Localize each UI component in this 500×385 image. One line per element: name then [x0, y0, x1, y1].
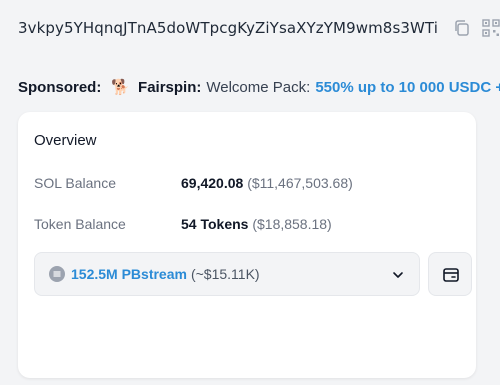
sol-balance-label: SOL Balance: [34, 175, 116, 191]
qr-code-icon[interactable]: [482, 19, 500, 37]
selected-token-name: 152.5M PBstream: [71, 266, 187, 282]
dog-icon: 🐕: [111, 79, 131, 96]
token-icon: [49, 266, 65, 282]
sponsor-text: Welcome Pack:: [206, 78, 311, 96]
token-balance-count: 54 Tokens: [181, 216, 249, 232]
chevron-down-icon: [393, 272, 403, 278]
sponsor-brand: Fairspin:: [138, 78, 202, 96]
sol-balance-value: 69,420.08 ($11,467,503.68): [181, 175, 353, 191]
sol-balance-usd: ($11,467,503.68): [247, 175, 353, 191]
copy-icon[interactable]: [453, 19, 471, 37]
wallet-icon: [443, 268, 459, 282]
sponsor-offer-link[interactable]: 550% up to 10 000 USDC +: [315, 79, 500, 96]
sponsored-label: Sponsored:: [18, 78, 102, 96]
token-balance-label: Token Balance: [34, 216, 126, 232]
selected-token: 152.5M PBstream (~$15.11K): [71, 266, 260, 282]
token-balance-usd: ($18,858.18): [252, 216, 332, 232]
overview-card: Overview SOL Balance 69,420.08 ($11,467,…: [18, 112, 476, 378]
selected-token-usd: (~$15.11K): [190, 266, 260, 282]
wallet-button[interactable]: [428, 252, 472, 296]
sol-balance-amount: 69,420.08: [181, 175, 244, 191]
token-select-dropdown[interactable]: 152.5M PBstream (~$15.11K): [34, 252, 420, 296]
wallet-address: 3vkpy5YHqnqJTnA5doWTpcgKyZiYsaXYzYM9wm8s…: [18, 19, 438, 37]
overview-title: Overview: [34, 132, 97, 149]
token-balance-value: 54 Tokens ($18,858.18): [181, 216, 332, 232]
address-bar: 3vkpy5YHqnqJTnA5doWTpcgKyZiYsaXYzYM9wm8s…: [0, 0, 500, 56]
sponsored-banner: Sponsored: 🐕 Fairspin: Welcome Pack: 550…: [18, 76, 500, 98]
